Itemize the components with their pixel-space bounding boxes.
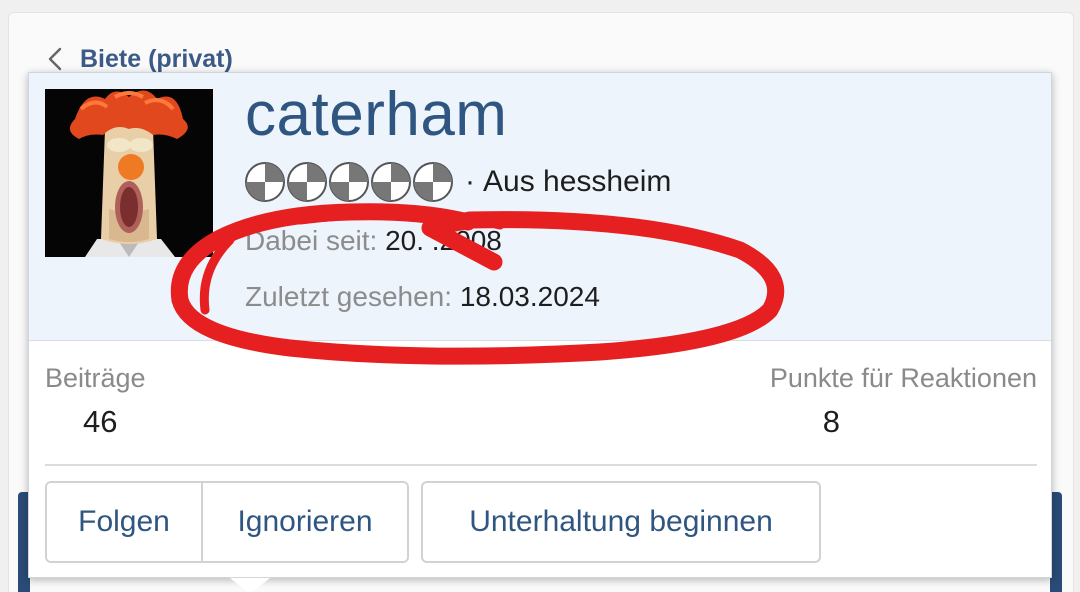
rank-icons [243, 160, 453, 204]
rank-ball-icon [287, 162, 327, 202]
avatar-image [45, 89, 213, 257]
posts-value[interactable]: 46 [45, 404, 146, 440]
joined-value: 20. .2008 [385, 225, 502, 256]
start-conversation-button[interactable]: Unterhaltung beginnen [421, 481, 821, 563]
breadcrumb-label: Biete (privat) [80, 44, 233, 73]
tooltip-pointer [230, 578, 270, 592]
breadcrumb[interactable]: Biete (privat) [44, 42, 233, 76]
joined-date: Dabei seit: 20. .2008 [245, 225, 502, 257]
member-tooltip-card: caterham · Aus hessheim Dabei seit: 20. … [28, 72, 1052, 578]
rank-ball-icon [245, 162, 285, 202]
posts-stat: Beiträge 46 [45, 363, 146, 440]
follow-ignore-group: Folgen Ignorieren [45, 481, 409, 563]
rank-ball-icon [329, 162, 369, 202]
chevron-left-icon [48, 47, 62, 71]
member-stats: Beiträge 46 Punkte für Reaktionen 8 [45, 363, 1037, 463]
divider [45, 464, 1037, 466]
last-seen-label: Zuletzt gesehen: [245, 281, 453, 312]
last-seen: Zuletzt gesehen: 18.03.2024 [245, 281, 600, 313]
rank-row: · Aus hessheim [243, 157, 671, 207]
separator: · [465, 165, 475, 198]
avatar[interactable] [45, 89, 213, 257]
rank-ball-icon [371, 162, 411, 202]
username[interactable]: caterham [245, 79, 507, 150]
member-header: caterham · Aus hessheim Dabei seit: 20. … [29, 73, 1051, 341]
ignore-button[interactable]: Ignorieren [203, 483, 407, 561]
joined-label: Dabei seit: [245, 225, 378, 256]
reactions-stat: Punkte für Reaktionen 8 [770, 363, 1037, 440]
last-seen-value: 18.03.2024 [459, 281, 600, 312]
location-text: Aus hessheim [483, 165, 672, 198]
posts-label: Beiträge [45, 363, 146, 393]
follow-button[interactable]: Folgen [47, 483, 203, 561]
reactions-label: Punkte für Reaktionen [769, 363, 1037, 393]
rank-ball-icon [413, 162, 453, 202]
reactions-value[interactable]: 8 [823, 404, 840, 440]
